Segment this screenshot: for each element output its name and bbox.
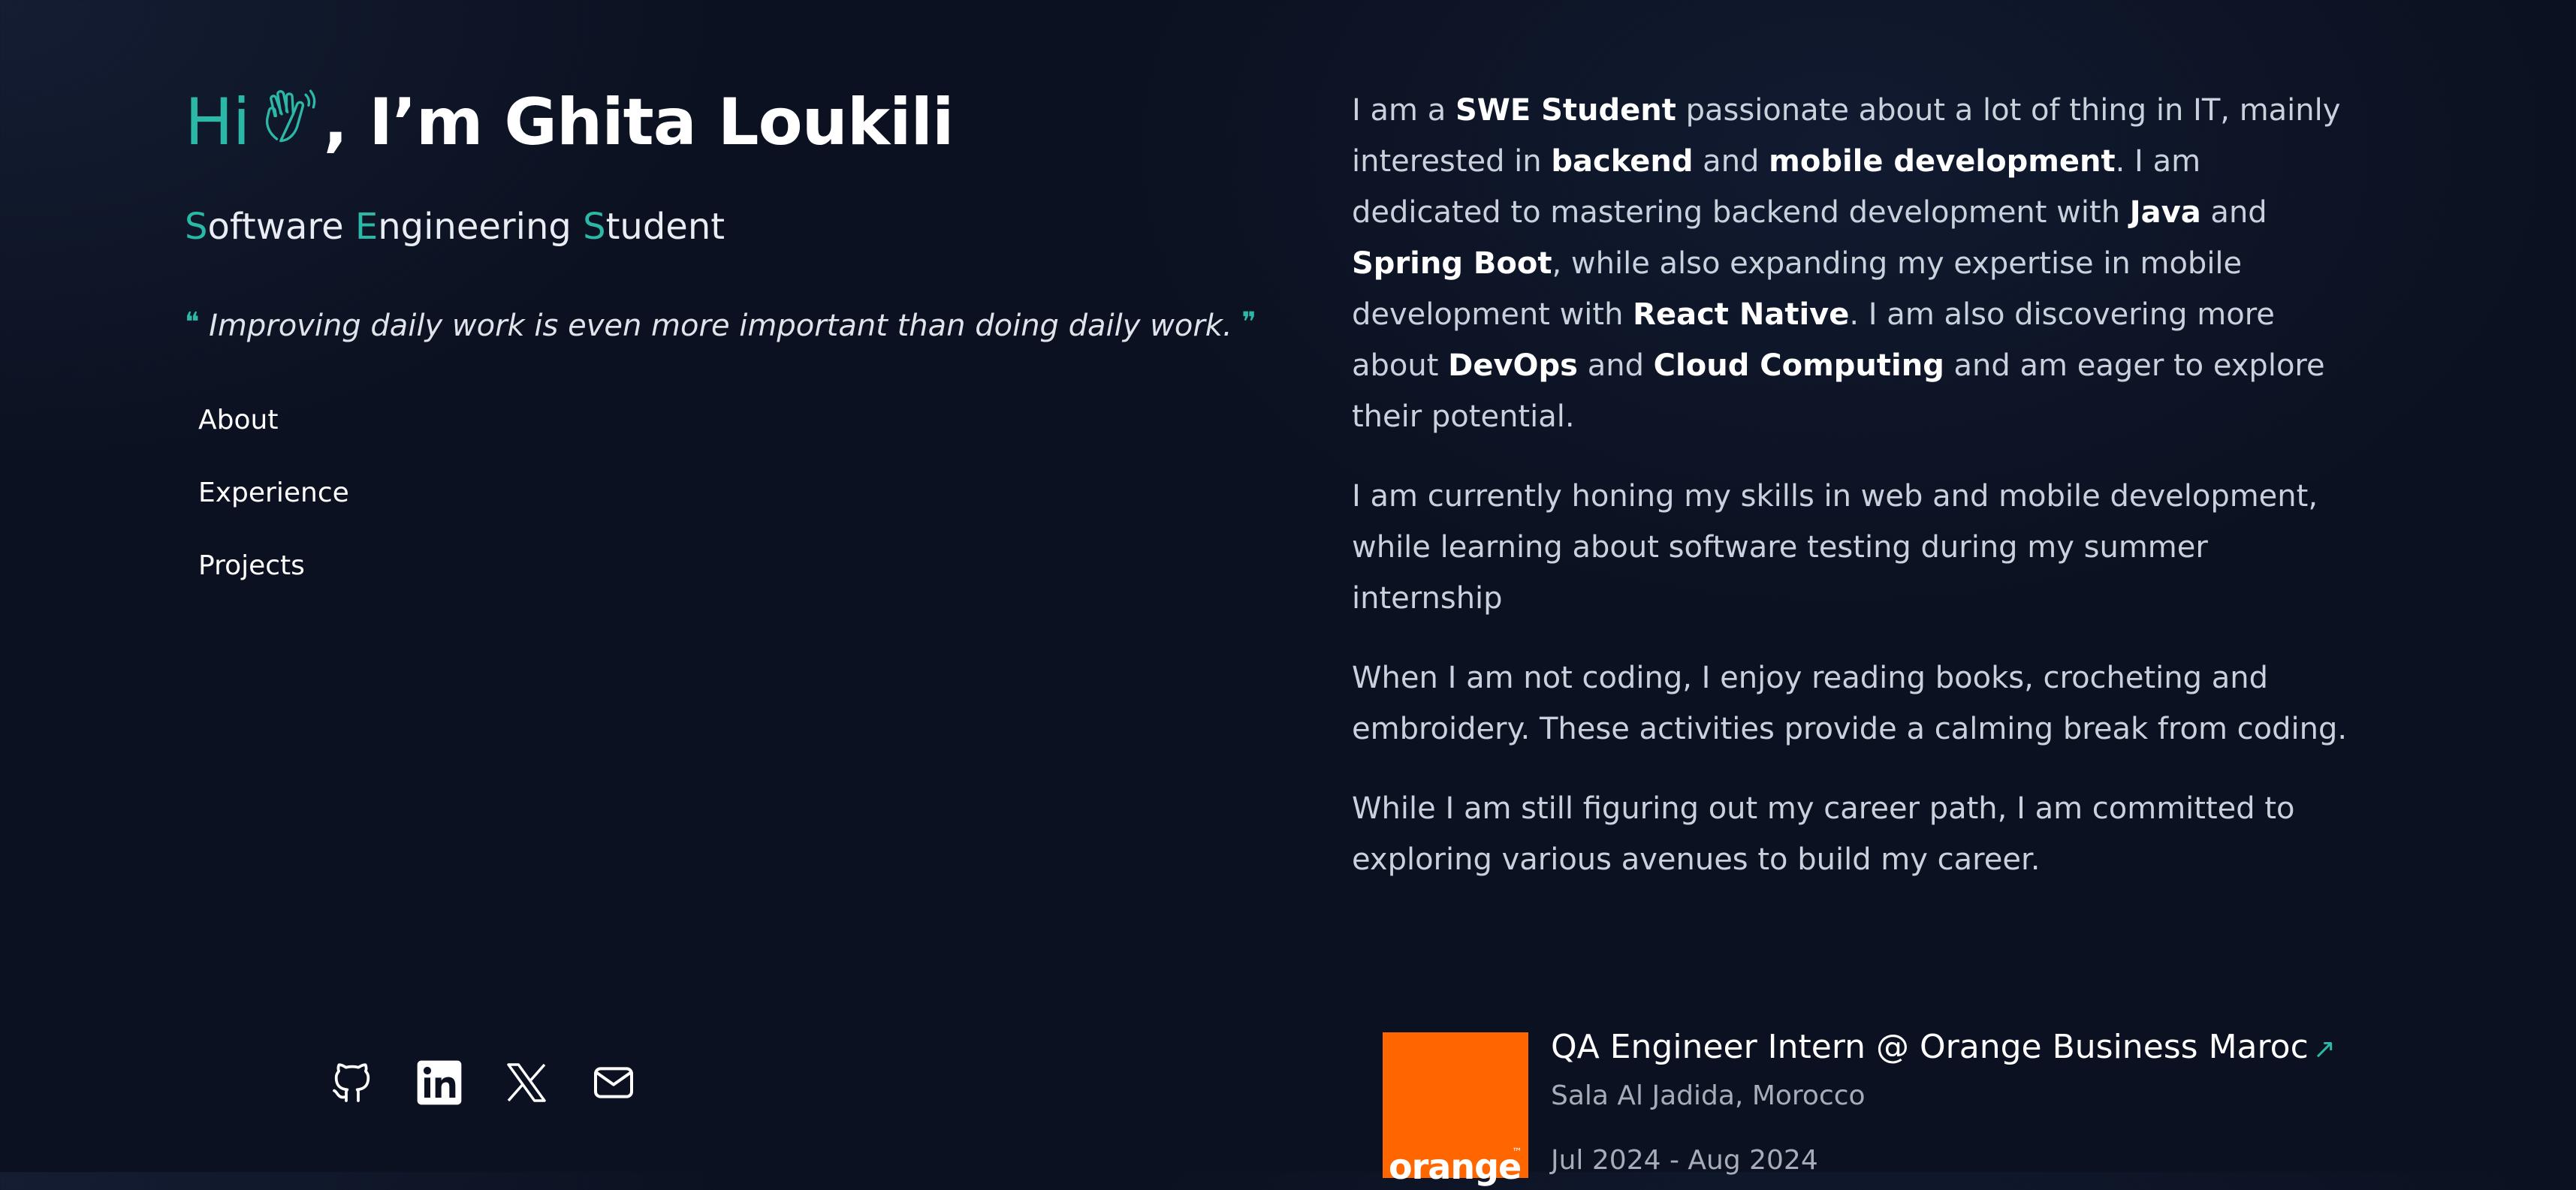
nav-projects[interactable]: Projects — [198, 544, 349, 616]
highlight: Java — [2129, 195, 2201, 230]
name-heading: , I’m Ghita Loukili — [323, 85, 955, 160]
about-paragraph-1: I am a SWE Student passionate about a lo… — [1352, 85, 2351, 442]
open-quote-icon: ❝ — [185, 307, 200, 338]
linkedin-icon[interactable] — [415, 1059, 463, 1107]
logo-wordmark: orange — [1389, 1146, 1522, 1187]
subtitle-word: ngineering — [378, 206, 572, 248]
experience-dates: Jul 2024 - Aug 2024 — [1551, 1145, 1818, 1176]
subtitle: Software Engineering Student — [185, 203, 725, 251]
subtitle-word: oftware — [207, 206, 344, 248]
highlight: SWE Student — [1455, 93, 1676, 128]
close-quote-icon: ❞ — [1241, 307, 1256, 338]
subtitle-initial: E — [354, 206, 379, 248]
external-link-icon: ↗ — [2312, 1034, 2336, 1065]
about-section: I am a SWE Student passionate about a lo… — [1352, 85, 2351, 914]
text: and — [1693, 144, 1769, 179]
quote: ❝ Improving daily work is even more impo… — [185, 299, 1256, 350]
nav-about[interactable]: About — [198, 398, 349, 471]
highlight: DevOps — [1448, 348, 1578, 383]
page-title: Hi , I’m Ghita Loukili — [185, 81, 955, 164]
quote-text: Improving daily work is even more import… — [209, 309, 1232, 343]
company-logo: ™ orange — [1383, 1032, 1528, 1187]
highlight: Cloud Computing — [1653, 348, 1944, 383]
about-paragraph-3: When I am not coding, I enjoy reading bo… — [1352, 661, 2348, 746]
x-icon[interactable] — [502, 1059, 550, 1107]
social-links — [328, 1059, 638, 1107]
greeting: Hi — [185, 85, 251, 160]
subtitle-initial: S — [583, 206, 606, 248]
mail-icon[interactable] — [590, 1059, 638, 1107]
about-paragraph-4: While I am still figuring out my career … — [1352, 791, 2295, 877]
text: and — [2200, 195, 2267, 230]
text: I am a — [1352, 93, 1455, 128]
text: and — [1577, 348, 1654, 383]
github-icon[interactable] — [328, 1059, 376, 1107]
nav-experience[interactable]: Experience — [198, 471, 349, 544]
experience-card[interactable]: ™ orange QA Engineer Intern @ Orange Bus… — [1383, 1010, 2359, 1190]
experience-location: Sala Al Jadida, Morocco — [1551, 1080, 1866, 1111]
section-nav: About Experience Projects — [198, 398, 349, 616]
experience-title-link[interactable]: QA Engineer Intern @ Orange Business Mar… — [1551, 1025, 2336, 1072]
waving-hand-icon — [265, 89, 315, 143]
subtitle-word: tudent — [605, 206, 725, 248]
about-paragraph-2: I am currently honing my skills in web a… — [1352, 479, 2318, 616]
experience-title: QA Engineer Intern @ Orange Business Mar… — [1551, 1028, 2309, 1066]
highlight: Spring Boot — [1352, 246, 1552, 281]
highlight: backend — [1551, 144, 1694, 179]
highlight: React Native — [1633, 297, 1850, 332]
highlight: mobile development — [1769, 144, 2116, 179]
subtitle-initial: S — [185, 206, 208, 248]
